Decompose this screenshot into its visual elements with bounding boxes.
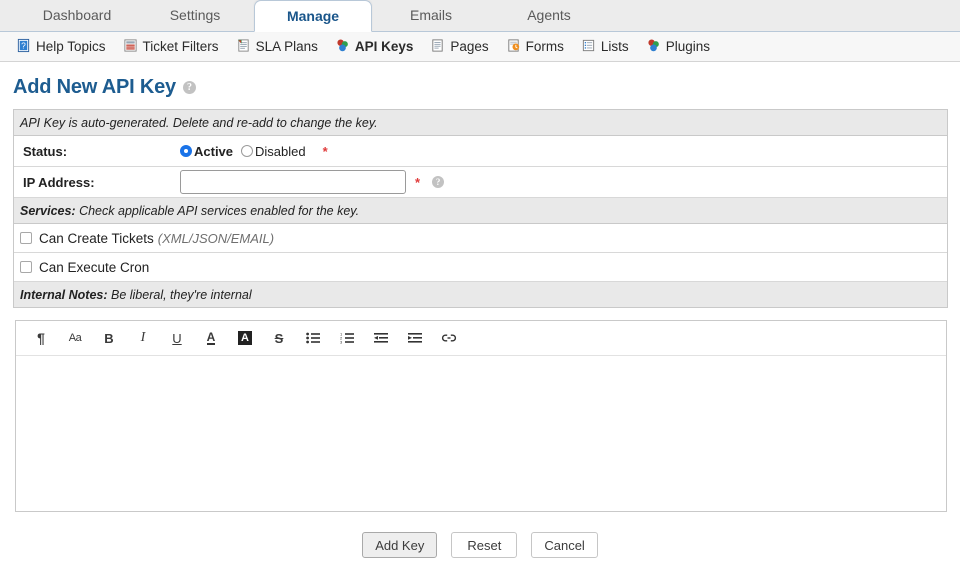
- help-icon[interactable]: ?: [183, 81, 196, 94]
- outdent-icon[interactable]: [370, 327, 392, 349]
- subnav-item-lists[interactable]: Lists: [581, 38, 629, 56]
- internal-notes-editor: ¶ Aa B I U A A S 123: [15, 320, 947, 512]
- ip-address-label: IP Address:: [20, 175, 180, 190]
- services-heading-row: Services: Check applicable API services …: [14, 198, 947, 224]
- can-create-tickets-note: (XML/JSON/EMAIL): [158, 231, 274, 246]
- tab-emails[interactable]: Emails: [372, 0, 490, 31]
- editor-toolbar: ¶ Aa B I U A A S 123: [16, 321, 946, 356]
- services-heading-rest: Check applicable API services enabled fo…: [76, 204, 359, 218]
- bullet-list-icon[interactable]: [302, 327, 324, 349]
- subnav-item-help-topics[interactable]: ? Help Topics: [16, 38, 106, 56]
- api-key-notice-row: API Key is auto-generated. Delete and re…: [14, 110, 947, 136]
- page-header: Add New API Key ?: [0, 62, 960, 109]
- status-label: Status:: [20, 144, 180, 159]
- status-radio-disabled[interactable]: [241, 145, 253, 157]
- add-key-button[interactable]: Add Key: [362, 532, 437, 558]
- subnav-item-sla-plans[interactable]: SLA Plans: [236, 38, 318, 56]
- subnav-label: Help Topics: [36, 39, 106, 54]
- services-heading-bold: Services:: [20, 204, 76, 218]
- can-execute-cron-checkbox[interactable]: [20, 261, 32, 273]
- subnav-label: API Keys: [355, 39, 414, 54]
- api-key-notice-text: API Key is auto-generated. Delete and re…: [20, 116, 378, 130]
- ticket-filters-icon: [123, 38, 138, 56]
- page-title: Add New API Key: [13, 76, 176, 99]
- paragraph-icon[interactable]: ¶: [30, 327, 52, 349]
- api-key-form-panel: API Key is auto-generated. Delete and re…: [13, 109, 948, 308]
- tab-agents[interactable]: Agents: [490, 0, 608, 31]
- svg-text:3: 3: [340, 340, 343, 344]
- italic-icon[interactable]: I: [132, 327, 154, 349]
- subnav-item-pages[interactable]: Pages: [430, 38, 488, 56]
- subnav-item-forms[interactable]: Forms: [506, 38, 564, 56]
- status-row: Status: Active Disabled *: [14, 136, 947, 167]
- api-keys-icon: [335, 38, 350, 56]
- bold-icon[interactable]: B: [98, 327, 120, 349]
- ip-address-row: IP Address: * ?: [14, 167, 947, 198]
- link-icon[interactable]: [438, 327, 460, 349]
- status-radio-active-label[interactable]: Active: [194, 144, 233, 159]
- ip-address-input[interactable]: [180, 170, 406, 194]
- subnav-label: Pages: [450, 39, 488, 54]
- subnav-label: SLA Plans: [256, 39, 318, 54]
- plugins-icon: [646, 38, 661, 56]
- internal-notes-heading-row: Internal Notes: Be liberal, they're inte…: [14, 282, 947, 308]
- tab-manage[interactable]: Manage: [254, 0, 372, 32]
- forms-icon: [506, 38, 521, 56]
- service-row-create-tickets: Can Create Tickets (XML/JSON/EMAIL): [14, 224, 947, 253]
- status-control: Active Disabled *: [180, 144, 328, 159]
- text-color-icon[interactable]: A: [200, 327, 222, 349]
- pages-icon: [430, 38, 445, 56]
- can-execute-cron-label[interactable]: Can Execute Cron: [39, 260, 149, 275]
- lists-icon: [581, 38, 596, 56]
- status-radio-disabled-label[interactable]: Disabled: [255, 144, 306, 159]
- underline-icon[interactable]: U: [166, 327, 188, 349]
- font-size-icon[interactable]: Aa: [64, 327, 86, 349]
- subnav-label: Lists: [601, 39, 629, 54]
- sla-plans-icon: [236, 38, 251, 56]
- subnav-label: Forms: [526, 39, 564, 54]
- subnav-label: Plugins: [666, 39, 710, 54]
- can-create-tickets-label[interactable]: Can Create Tickets: [39, 231, 154, 246]
- strikethrough-icon[interactable]: S: [268, 327, 290, 349]
- help-topics-icon: ?: [16, 38, 31, 56]
- numbered-list-icon[interactable]: 123: [336, 327, 358, 349]
- tab-dashboard[interactable]: Dashboard: [18, 0, 136, 31]
- internal-notes-heading-bold: Internal Notes:: [20, 288, 108, 302]
- service-row-execute-cron: Can Execute Cron: [14, 253, 947, 282]
- cancel-button[interactable]: Cancel: [531, 532, 597, 558]
- reset-button[interactable]: Reset: [451, 532, 517, 558]
- indent-icon[interactable]: [404, 327, 426, 349]
- ip-address-control: * ?: [180, 170, 444, 194]
- status-radio-active[interactable]: [180, 145, 192, 157]
- sub-navigation-bar: ? Help Topics Ticket Filters SLA Plans A…: [0, 32, 960, 62]
- main-tab-bar: Dashboard Settings Manage Emails Agents: [0, 0, 960, 32]
- subnav-label: Ticket Filters: [143, 39, 219, 54]
- status-required-mark: *: [323, 144, 328, 159]
- tab-settings[interactable]: Settings: [136, 0, 254, 31]
- internal-notes-textarea[interactable]: [16, 356, 946, 511]
- highlight-color-icon[interactable]: A: [234, 327, 256, 349]
- subnav-item-api-keys[interactable]: API Keys: [335, 38, 414, 56]
- svg-text:?: ?: [21, 40, 26, 50]
- ip-address-required-mark: *: [415, 175, 420, 190]
- subnav-item-plugins[interactable]: Plugins: [646, 38, 710, 56]
- internal-notes-heading-rest: Be liberal, they're internal: [108, 288, 252, 302]
- can-create-tickets-checkbox[interactable]: [20, 232, 32, 244]
- subnav-item-ticket-filters[interactable]: Ticket Filters: [123, 38, 219, 56]
- form-actions: Add Key Reset Cancel: [0, 512, 960, 558]
- ip-address-help-icon[interactable]: ?: [432, 176, 444, 188]
